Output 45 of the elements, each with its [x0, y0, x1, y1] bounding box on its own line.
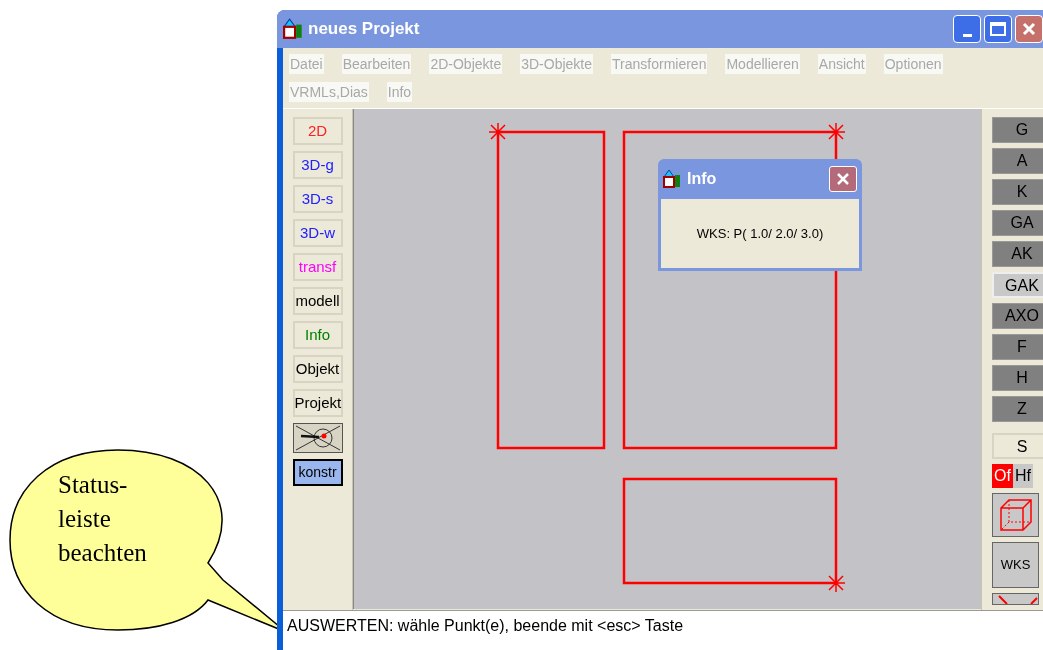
maximize-button[interactable] — [984, 15, 1012, 43]
face-toggle[interactable]: Hf — [1012, 464, 1033, 488]
view-button[interactable]: K — [992, 179, 1043, 205]
tool-button[interactable] — [992, 593, 1039, 605]
house-icon — [663, 169, 683, 189]
callout-text: Status- — [58, 470, 129, 500]
mode-button[interactable]: modell — [292, 287, 343, 315]
callout-text: beachten — [58, 538, 147, 568]
view-button[interactable]: F — [992, 334, 1043, 360]
window-title: neues Projekt — [308, 18, 421, 41]
wks-button[interactable]: WKS — [992, 542, 1039, 588]
status-text: AUSWERTEN: wähle Punkt(e), beende mit <esc> Taste — [287, 617, 684, 634]
view-button[interactable]: AXO — [992, 303, 1043, 329]
mode-button[interactable]: 3D-s — [292, 185, 343, 213]
mode-button[interactable]: 3D-w — [292, 219, 343, 247]
view-button[interactable]: Z — [992, 396, 1043, 422]
cube-button[interactable] — [992, 493, 1039, 537]
close-button[interactable] — [829, 166, 857, 192]
view-button[interactable]: AK — [992, 241, 1043, 267]
view-button[interactable]: A — [992, 148, 1043, 174]
dialog-message: WKS: P( 1.0/ 2.0/ 3.0) — [696, 224, 824, 243]
view-button[interactable]: GAK — [992, 272, 1043, 298]
point-marker — [826, 122, 846, 142]
mode-button[interactable]: 3D-g — [292, 151, 343, 179]
mode-button[interactable]: Objekt — [292, 355, 343, 383]
mode-button[interactable]: Projekt — [292, 389, 343, 417]
close-icon — [1022, 22, 1036, 36]
mode-button[interactable]: konstr — [292, 459, 343, 486]
callout-text: leiste — [58, 504, 112, 534]
close-button[interactable] — [1015, 15, 1043, 43]
mode-button[interactable]: Info — [292, 321, 343, 349]
point-marker — [488, 122, 508, 142]
house-icon — [283, 18, 305, 40]
s-button[interactable]: S — [992, 433, 1043, 459]
close-icon — [836, 172, 850, 186]
dialog-title: Info — [687, 169, 718, 189]
view-button[interactable]: G — [992, 117, 1043, 143]
point-marker — [826, 573, 846, 593]
view-button[interactable]: H — [992, 365, 1043, 391]
face-toggle[interactable]: Of — [992, 464, 1013, 488]
crossed-target-icon — [294, 425, 341, 451]
crossed-tool-button[interactable] — [292, 423, 343, 453]
minimize-button[interactable] — [953, 15, 981, 43]
view-button[interactable]: GA — [992, 210, 1043, 236]
mode-button[interactable]: 2D — [292, 117, 343, 145]
